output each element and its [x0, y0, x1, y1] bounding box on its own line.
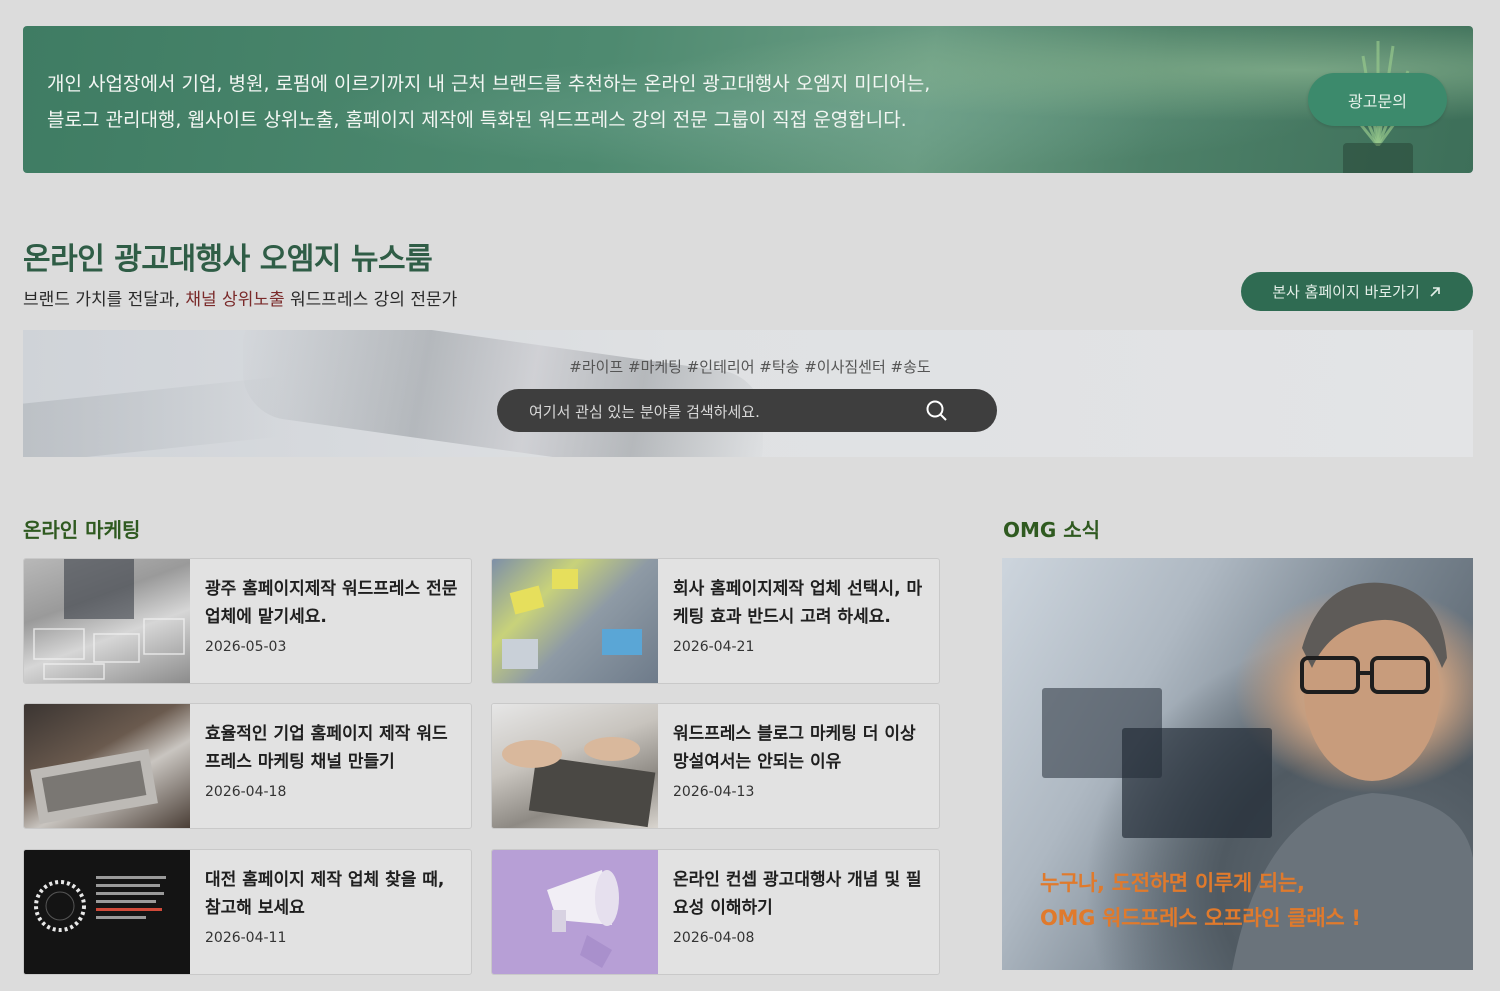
subtitle-highlight: 채널 상위노출 [185, 290, 285, 310]
promo-caption-line-2: OMG 워드프레스 오프라인 클래스 ! [1040, 906, 1361, 930]
section-title-news: OMG 소식 [1003, 518, 1101, 542]
post-title[interactable]: 광주 홈페이지제작 워드프레스 전문 업체에 맡기세요. [205, 575, 460, 631]
post-title[interactable]: 회사 홈페이지제작 업체 선택시, 마케팅 효과 반드시 고려 하세요. [673, 575, 928, 631]
post-card[interactable]: 광주 홈페이지제작 워드프레스 전문 업체에 맡기세요. 2026-05-03 [23, 558, 472, 684]
ad-inquiry-button[interactable]: 광고문의 [1308, 73, 1447, 126]
post-date: 2026-04-13 [673, 784, 755, 800]
post-card[interactable]: 대전 홈페이지 제작 업체 찾을 때, 참고해 보세요 2026-04-11 [23, 849, 472, 975]
post-title[interactable]: 효율적인 기업 홈페이지 제작 워드프레스 마케팅 채널 만들기 [205, 720, 460, 776]
search-icon[interactable] [925, 399, 949, 423]
post-card[interactable]: 효율적인 기업 홈페이지 제작 워드프레스 마케팅 채널 만들기 2026-04… [23, 703, 472, 829]
post-thumbnail [492, 559, 658, 683]
post-thumbnail [24, 704, 190, 828]
search-input[interactable]: 여기서 관심 있는 분야를 검색하세요. [497, 389, 997, 432]
post-date: 2026-04-21 [673, 639, 755, 655]
post-thumbnail [492, 704, 658, 828]
section-title-marketing: 온라인 마케팅 [23, 518, 141, 542]
post-thumbnail [24, 559, 190, 683]
promo-caption-line-1: 누구나, 도전하면 이루게 되는, [1040, 871, 1305, 895]
post-date: 2026-05-03 [205, 639, 287, 655]
page-subtitle: 브랜드 가치를 전달과, 채널 상위노출 워드프레스 강의 전문가 [23, 285, 457, 310]
arrow-up-right-icon [1430, 286, 1440, 297]
post-thumbnail [492, 850, 658, 974]
post-title[interactable]: 워드프레스 블로그 마케팅 더 이상 망설여서는 안되는 이유 [673, 720, 928, 776]
post-card[interactable]: 온라인 컨셉 광고대행사 개념 및 필요성 이해하기 2026-04-08 [491, 849, 940, 975]
subtitle-pre: 브랜드 가치를 전달과, [23, 290, 186, 310]
top-banner: 개인 사업장에서 기업, 병원, 로펌에 이르기까지 내 근처 브랜드를 추천하… [23, 26, 1473, 173]
class-promo-banner[interactable]: 누구나, 도전하면 이루게 되는, OMG 워드프레스 오프라인 클래스 ! [1002, 558, 1473, 970]
banner-line-2: 블로그 관리대행, 웹사이트 상위노출, 홈페이지 제작에 특화된 워드프레스 … [47, 109, 907, 131]
post-title[interactable]: 대전 홈페이지 제작 업체 찾을 때, 참고해 보세요 [205, 866, 460, 922]
post-title[interactable]: 온라인 컨셉 광고대행사 개념 및 필요성 이해하기 [673, 866, 928, 922]
post-card[interactable]: 워드프레스 블로그 마케팅 더 이상 망설여서는 안되는 이유 2026-04-… [491, 703, 940, 829]
promo-caption: 누구나, 도전하면 이루게 되는, OMG 워드프레스 오프라인 클래스 ! [1040, 866, 1361, 936]
post-date: 2026-04-11 [205, 930, 287, 946]
post-date: 2026-04-18 [205, 784, 287, 800]
banner-text: 개인 사업장에서 기업, 병원, 로펌에 이르기까지 내 근처 브랜드를 추천하… [47, 66, 1007, 138]
post-date: 2026-04-08 [673, 930, 755, 946]
post-thumbnail [24, 850, 190, 974]
hashtag-list[interactable]: #라이프 #마케팅 #인테리어 #탁송 #이사짐센터 #송도 [0, 356, 1500, 377]
page-title: 온라인 광고대행사 오엠지 뉴스룸 [23, 242, 433, 277]
subtitle-post: 워드프레스 강의 전문가 [284, 290, 458, 310]
banner-line-1: 개인 사업장에서 기업, 병원, 로펌에 이르기까지 내 근처 브랜드를 추천하… [47, 73, 931, 95]
pen-image-shade [23, 376, 283, 457]
hq-button-label: 본사 홈페이지 바로가기 [1272, 283, 1420, 301]
post-card[interactable]: 회사 홈페이지제작 업체 선택시, 마케팅 효과 반드시 고려 하세요. 202… [491, 558, 940, 684]
search-placeholder: 여기서 관심 있는 분야를 검색하세요. [529, 403, 760, 421]
hq-homepage-button[interactable]: 본사 홈페이지 바로가기 [1241, 272, 1473, 311]
